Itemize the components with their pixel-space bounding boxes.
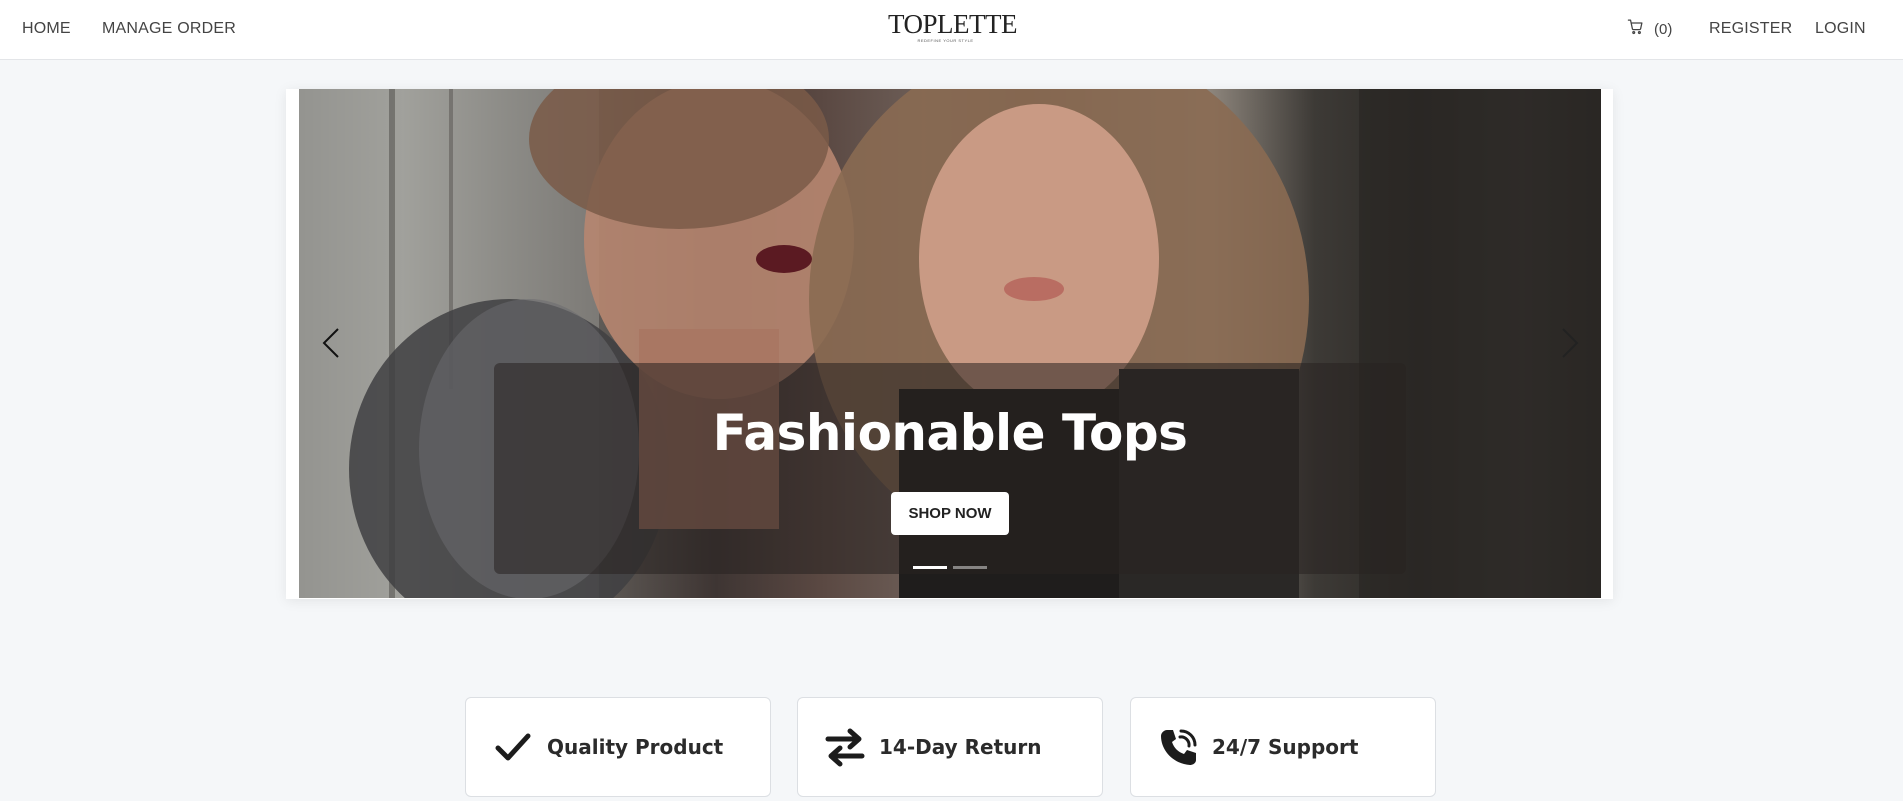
nav-login-link[interactable]: LOGIN [1815,20,1866,38]
carousel-prev-button[interactable] [318,325,346,361]
phone-call-icon [1161,729,1197,765]
shop-now-button[interactable]: SHOP NOW [891,492,1009,535]
carousel-next-button[interactable] [1555,325,1583,361]
nav-manage-order-link[interactable]: MANAGE ORDER [102,20,236,38]
nav-home-link[interactable]: HOME [22,20,71,38]
feature-label: Quality Product [547,735,724,759]
checkmark-icon [495,733,531,761]
hero-title: Fashionable Tops [712,404,1188,462]
hero-caption-panel [494,363,1406,574]
feature-card-support: 24/7 Support [1130,697,1436,797]
logo-wordmark: TOPLETTE [888,9,1017,39]
site-logo[interactable]: TOPLETTE REDEFINE YOUR STYLE [888,9,1017,46]
nav-register-link[interactable]: REGISTER [1709,20,1792,38]
cart-count: (0) [1654,20,1673,38]
feature-card-return: 14-Day Return [797,697,1103,797]
cart-button[interactable]: (0) [1627,18,1672,40]
feature-label: 24/7 Support [1212,735,1359,759]
carousel-indicator-1[interactable] [913,566,947,569]
feature-card-quality: Quality Product [465,697,771,797]
top-navbar: HOME MANAGE ORDER TOPLETTE REDEFINE YOUR… [0,0,1903,60]
cart-icon [1627,18,1644,40]
exchange-arrows-icon [825,728,865,767]
feature-label: 14-Day Return [879,735,1042,759]
carousel-indicator-2[interactable] [953,566,987,569]
